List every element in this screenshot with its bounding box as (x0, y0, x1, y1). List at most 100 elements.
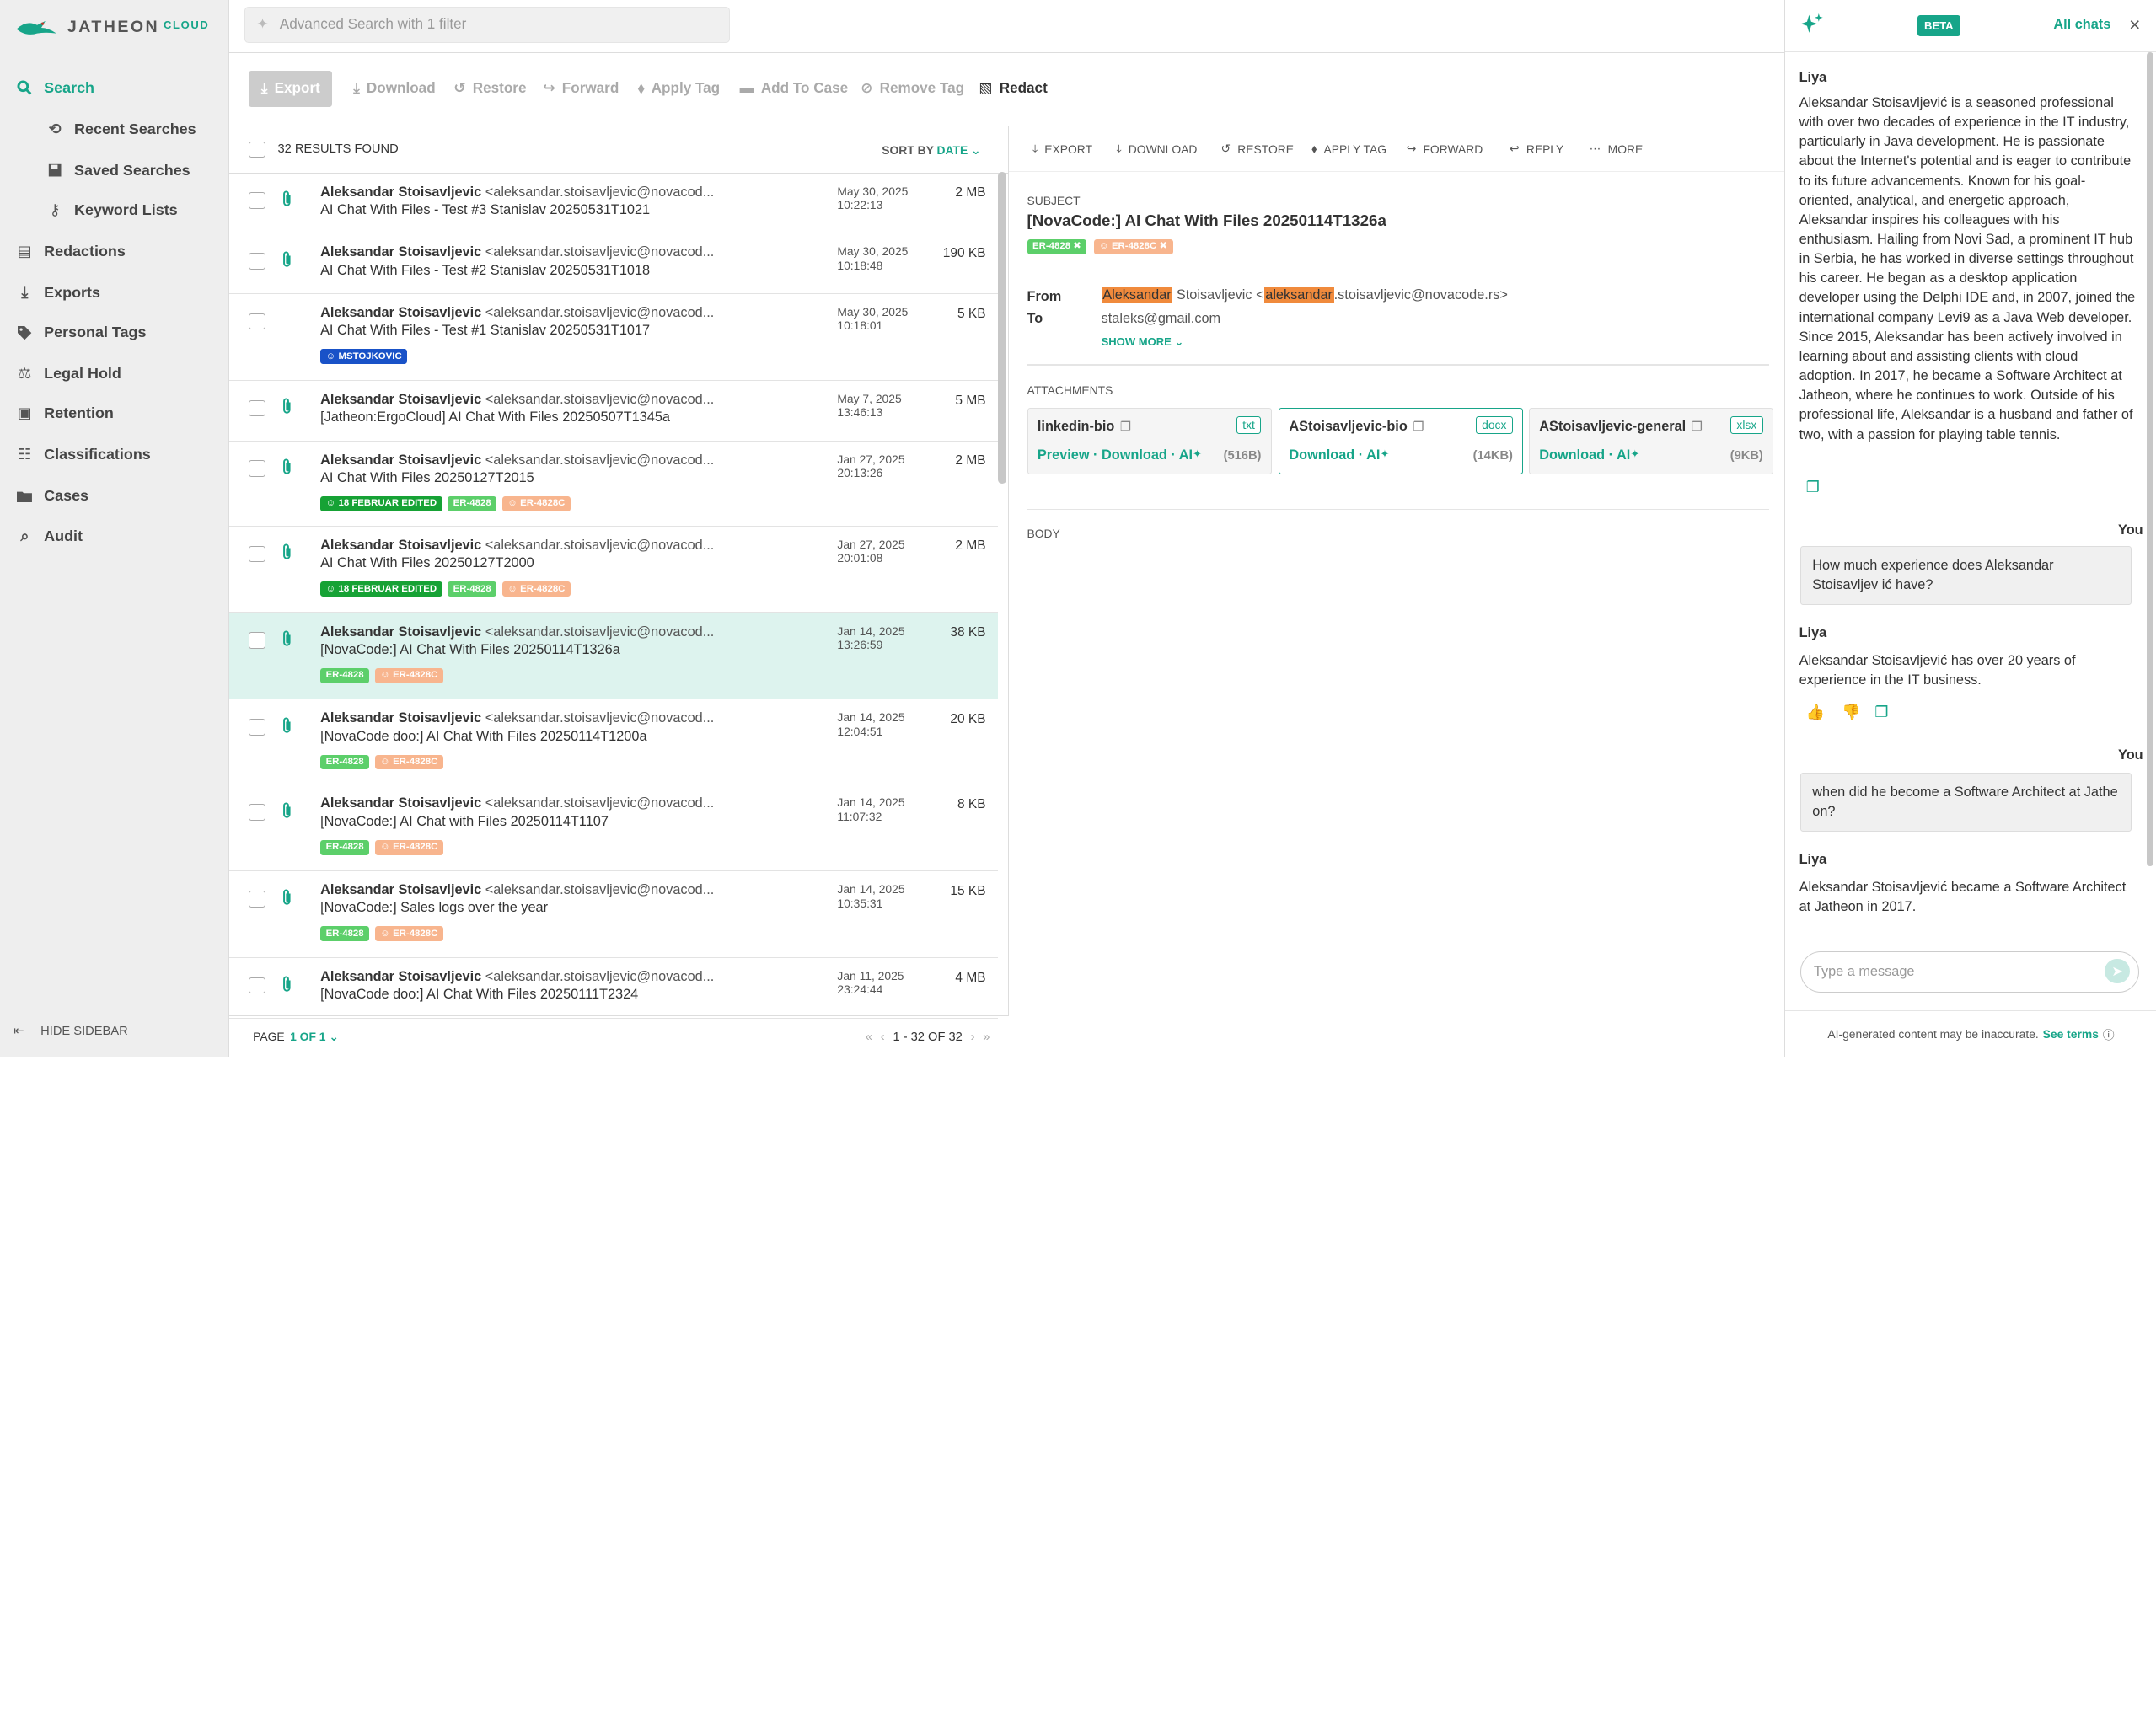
row-checkbox[interactable] (249, 545, 265, 563)
table-row[interactable]: Aleksandar Stoisavljevic <aleksandar.sto… (229, 294, 999, 381)
export-button[interactable]: ⤓ Export (249, 71, 333, 107)
attachment-card[interactable]: linkedin-bio ❐ txt Preview · Download · AI✦… (1027, 408, 1272, 474)
row-checkbox[interactable] (249, 891, 265, 908)
redact-button[interactable]: ▧ Redact (979, 71, 1047, 106)
tag-chip[interactable]: ER-4828 (320, 839, 370, 855)
see-terms-link[interactable]: See terms (2043, 1027, 2099, 1041)
tag-chip[interactable]: ER-4828 (320, 926, 370, 942)
row-checkbox[interactable] (249, 804, 265, 821)
table-row[interactable]: Aleksandar Stoisavljevic <aleksandar.sto… (229, 784, 999, 872)
tag-chip[interactable]: ER-4828 (320, 667, 370, 683)
detail-forward-button[interactable]: ↪ FORWARD (1407, 142, 1483, 156)
sidebar-item-redactions[interactable]: ▤ Redactions (0, 233, 229, 269)
sidebar-item-retention[interactable]: ▣ Retention (0, 396, 229, 431)
remove-tag-icon[interactable]: ✖ (1159, 240, 1167, 253)
row-checkbox[interactable] (249, 253, 265, 270)
tag-chip[interactable]: ☺ ER-4828C (374, 839, 443, 855)
hide-sidebar-button[interactable]: ⇤ HIDE SIDEBAR (13, 1024, 127, 1039)
detail-restore-button[interactable]: ↺ RESTORE (1221, 142, 1295, 156)
sidebar-item-audit[interactable]: ⌕ Audit (0, 518, 229, 554)
sidebar-item-keyword-lists[interactable]: ⚷ Keyword Lists (0, 192, 229, 228)
table-row[interactable]: Aleksandar Stoisavljevic <aleksandar.sto… (229, 380, 999, 442)
copy-icon[interactable]: ❐ (1874, 704, 1888, 721)
row-checkbox[interactable] (249, 192, 265, 209)
download-button[interactable]: ⤓ Download (353, 71, 435, 106)
table-row[interactable]: Aleksandar Stoisavljevic <aleksandar.sto… (229, 173, 999, 234)
remove-tag-icon[interactable]: ✖ (1073, 240, 1081, 253)
table-row[interactable]: Aleksandar Stoisavljevic <aleksandar.sto… (229, 613, 999, 700)
apply-tag-button[interactable]: ⬧ Apply Tag (638, 71, 720, 106)
add-to-case-button[interactable]: ▬ Add To Case (740, 71, 849, 106)
attachment-actions[interactable]: Download · AI✦ (1289, 447, 1389, 463)
tag-chip[interactable]: ☺ MSTOJKOVIC (320, 349, 408, 365)
copy-icon[interactable]: ❐ (1413, 420, 1424, 434)
send-icon[interactable]: ➤ (2105, 958, 2130, 984)
sidebar-item-legal-hold[interactable]: ⚖ Legal Hold (0, 356, 229, 391)
logo[interactable]: JATHEON CLOUD (15, 13, 210, 41)
prev-page-icon[interactable]: ‹ (881, 1031, 885, 1044)
first-page-icon[interactable]: « (866, 1031, 872, 1044)
row-checkbox[interactable] (249, 399, 265, 417)
sidebar-item-classifications[interactable]: ☷ Classifications (0, 437, 229, 473)
forward-button[interactable]: ↪ Forward (543, 71, 619, 106)
table-row[interactable]: Aleksandar Stoisavljevic <aleksandar.sto… (229, 957, 999, 1019)
copy-icon[interactable]: ❐ (1120, 420, 1131, 434)
detail-download-button[interactable]: ⤓ DOWNLOAD (1117, 142, 1198, 156)
sidebar-item-search[interactable]: Search (0, 70, 229, 105)
row-checkbox[interactable] (249, 313, 265, 330)
page-select[interactable]: 1 OF 1 ⌄ (290, 1030, 339, 1044)
remove-tag-button[interactable]: ⊘ Remove Tag (861, 71, 964, 106)
attachment-card[interactable]: AStoisavljevic-general ❐ xlsx Download · AI… (1528, 408, 1774, 474)
tag-chip[interactable]: ER-4828 (448, 495, 497, 511)
last-page-icon[interactable]: » (983, 1031, 990, 1044)
tag-chip[interactable]: ☺ ER-4828C (501, 581, 571, 597)
table-row[interactable]: Aleksandar Stoisavljevic <aleksandar.sto… (229, 441, 999, 527)
row-checkbox[interactable] (249, 632, 265, 649)
tag-chip[interactable]: ER-4828 ✖ (1027, 238, 1087, 254)
sidebar-item-exports[interactable]: ⤓ Exports (0, 275, 229, 310)
table-row[interactable]: Aleksandar Stoisavljevic <aleksandar.sto… (229, 871, 999, 958)
chat-message-input[interactable]: Type a message ➤ (1800, 950, 2139, 993)
search-input[interactable]: ✦ Advanced Search with 1 filter (244, 7, 731, 43)
detail-apply-tag-button[interactable]: ⬧ APPLY TAG (1311, 142, 1386, 156)
sidebar-item-cases[interactable]: Cases (0, 479, 229, 514)
tag-chip[interactable]: ER-4828 (448, 581, 497, 597)
row-checkbox[interactable] (249, 460, 265, 477)
tag-chip[interactable]: ☺ 18 FEBRUAR EDITED (320, 495, 442, 511)
thumbs-up-icon[interactable]: 👍 (1806, 704, 1825, 721)
tag-chip[interactable]: ☺ ER-4828C (374, 926, 443, 942)
tag-chip[interactable]: ☺ 18 FEBRUAR EDITED (320, 581, 442, 597)
row-checkbox[interactable] (249, 719, 265, 736)
detail-export-button[interactable]: ⤓ EXPORT (1032, 142, 1092, 156)
next-page-icon[interactable]: › (971, 1031, 975, 1044)
tag-chip[interactable]: ☺ ER-4828C (374, 754, 443, 770)
detail-reply-button[interactable]: ↩ REPLY (1510, 142, 1563, 156)
thumbs-down-icon[interactable]: 👎 (1842, 704, 1860, 721)
row-checkbox[interactable] (249, 977, 265, 994)
tag-chip[interactable]: ☺ ER-4828C (374, 667, 443, 683)
close-icon[interactable]: × (2129, 13, 2140, 36)
attachment-actions[interactable]: Download · AI✦ (1539, 447, 1639, 463)
sidebar-item-saved-searches[interactable]: Saved Searches (0, 153, 229, 188)
sidebar-item-personal-tags[interactable]: Personal Tags (0, 315, 229, 351)
select-all-checkbox[interactable] (249, 141, 265, 158)
sort-dropdown[interactable]: SORT BY DATE ⌄ (882, 143, 980, 158)
tag-chip[interactable]: ER-4828 (320, 754, 370, 770)
chevron-down-icon: ⌄ (968, 142, 981, 157)
restore-button[interactable]: ↺ Restore (453, 71, 526, 106)
show-more-button[interactable]: SHOW MORE ⌄ (1102, 335, 1184, 349)
tag-chip[interactable]: ☺ ER-4828C (501, 495, 571, 511)
all-chats-link[interactable]: All chats (2053, 17, 2110, 33)
attachment-actions[interactable]: Preview · Download · AI✦ (1038, 447, 1202, 463)
attachment-card[interactable]: AStoisavljevic-bio ❐ docx Download · AI✦ (14… (1279, 408, 1524, 474)
chat-scrollbar[interactable] (2147, 51, 2154, 866)
sidebar-item-recent-searches[interactable]: ⟲ Recent Searches (0, 111, 229, 147)
tag-chip[interactable]: ☺ ER-4828C ✖ (1093, 238, 1173, 254)
results-scrollbar[interactable] (998, 171, 1007, 485)
table-row[interactable]: Aleksandar Stoisavljevic <aleksandar.sto… (229, 233, 999, 295)
detail-more-button[interactable]: ⋯ MORE (1590, 142, 1644, 156)
copy-icon[interactable]: ❐ (1692, 420, 1703, 434)
copy-icon[interactable]: ❐ (1806, 479, 1820, 496)
table-row[interactable]: Aleksandar Stoisavljevic <aleksandar.sto… (229, 526, 999, 613)
table-row[interactable]: Aleksandar Stoisavljevic <aleksandar.sto… (229, 699, 999, 785)
